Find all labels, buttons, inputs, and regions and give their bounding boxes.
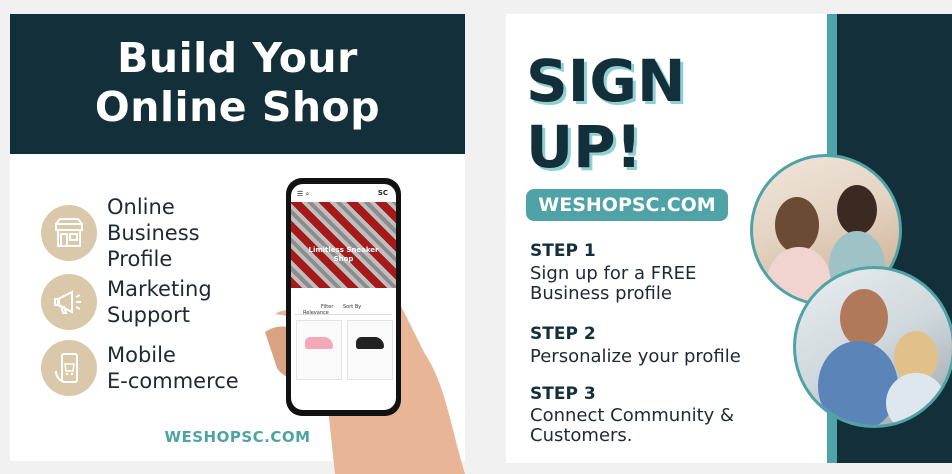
product-card[interactable] — [296, 320, 342, 380]
step-2-title: STEP 2 — [530, 324, 596, 344]
pink-sneaker-image — [305, 337, 333, 349]
feature-label: Online Business Profile — [107, 195, 200, 271]
feature-label: Marketing Support — [107, 277, 212, 327]
banner-shade — [291, 202, 396, 288]
shop-name: Limitless Sneaker Shop — [308, 246, 379, 263]
woman-figure — [775, 197, 819, 253]
step-1-text: Sign up for a FREE Business profile — [530, 263, 697, 304]
left-title-line2: Online Shop — [94, 83, 381, 131]
left-website-url[interactable]: WESHOPSC.COM — [10, 428, 465, 446]
megaphone-icon — [41, 274, 97, 330]
woman-figure — [837, 185, 877, 235]
right-signup-card: SIGN UP! WESHOPSC.COM STEP 1 Sign up for… — [506, 14, 952, 463]
menu-icon: ☰ ⌕ — [297, 190, 310, 198]
feature-marketing: Marketing Support — [41, 274, 212, 330]
feature-mobile-ecommerce: Mobile E-commerce — [41, 340, 239, 396]
left-title: Build Your Online Shop — [10, 34, 465, 132]
relevance-label[interactable]: Relevance — [303, 310, 329, 316]
step-2-text: Personalize your profile — [530, 346, 741, 367]
app-logo: SC — [377, 189, 388, 197]
website-url-button[interactable]: WESHOPSC.COM — [526, 189, 728, 221]
step-3-text: Connect Community & Customers. — [530, 405, 735, 446]
product-card[interactable] — [347, 320, 393, 380]
mobile-shop-icon — [41, 340, 97, 396]
black-sneaker-image — [356, 337, 384, 349]
signup-headline: SIGN UP! — [526, 47, 686, 181]
woman-figure — [886, 373, 946, 425]
step-3-title: STEP 3 — [530, 384, 596, 404]
storefront-icon — [41, 205, 97, 261]
feature-label: Mobile E-commerce — [107, 343, 239, 393]
filter-row: Filter Sort By Relevance — [295, 304, 392, 316]
left-title-line1: Build Your — [117, 34, 358, 82]
man-figure — [840, 289, 888, 347]
sort-label[interactable]: Sort By — [343, 304, 361, 310]
phone-mockup: ☰ ⌕ SC Limitless Sneaker Shop Filter Sor… — [286, 178, 401, 416]
feature-online-profile: Online Business Profile — [41, 194, 200, 272]
phone-screen: ☰ ⌕ SC Limitless Sneaker Shop Filter Sor… — [291, 184, 396, 410]
step-1-title: STEP 1 — [530, 241, 596, 261]
left-header-banner: Build Your Online Shop — [10, 14, 465, 154]
smiling-couple-photo — [793, 266, 952, 428]
man-figure — [818, 341, 898, 425]
left-promo-card: Build Your Online Shop Online Business P… — [10, 14, 465, 474]
